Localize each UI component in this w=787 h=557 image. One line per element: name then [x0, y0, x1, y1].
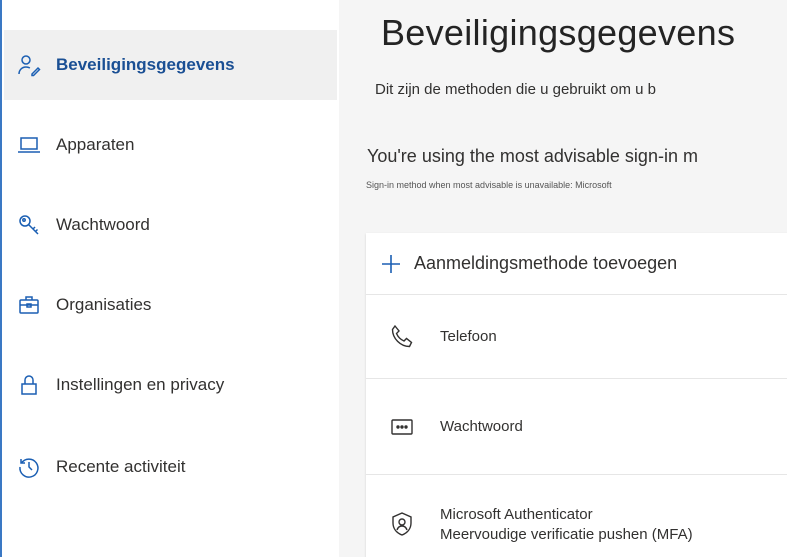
- phone-icon: [388, 323, 416, 351]
- sidebar: Beveiligingsgegevens Apparaten Wachtwoor…: [4, 0, 339, 557]
- method-text: Microsoft Authenticator Meervoudige veri…: [440, 506, 693, 543]
- sidebar-item-label: Organisaties: [56, 295, 152, 314]
- app-frame: gs-pagina Beveiligingsgegevens Apparaten: [0, 0, 787, 557]
- sidebar-item-organizations[interactable]: Organisaties: [4, 270, 337, 340]
- method-row-phone[interactable]: Telefoon: [366, 295, 787, 379]
- method-row-password[interactable]: Wachtwoord: [366, 379, 787, 475]
- page-subtitle: Dit zijn de methoden die u gebruikt om u…: [375, 81, 656, 98]
- method-label: Wachtwoord: [440, 418, 523, 435]
- security-info-icon: [16, 52, 42, 78]
- default-method-heading: You're using the most advisable sign-in …: [367, 146, 698, 166]
- authenticator-icon: [388, 510, 416, 538]
- sidebar-item-security-info[interactable]: Beveiligingsgegevens: [4, 30, 337, 100]
- sidebar-item-recent-activity[interactable]: Recente activiteit: [4, 432, 337, 502]
- default-method-note: Sign-in method when most advisable is un…: [366, 180, 612, 190]
- method-row-authenticator[interactable]: Microsoft Authenticator Meervoudige veri…: [366, 475, 787, 557]
- history-icon: [16, 454, 42, 480]
- briefcase-icon: [16, 292, 42, 318]
- main-content: Beveiligingsgegevens Dit zijn de methode…: [339, 0, 787, 557]
- methods-card: Aanmeldingsmethode toevoegen Telefoon Wa…: [366, 233, 787, 557]
- sidebar-item-password[interactable]: Wachtwoord: [4, 190, 337, 260]
- sidebar-item-label: Recente activiteit: [56, 457, 186, 476]
- sidebar-item-label: Wachtwoord: [56, 215, 150, 234]
- page-title: Beveiligingsgegevens: [381, 12, 736, 53]
- sidebar-item-label: Instellingen en privacy: [56, 375, 225, 394]
- method-label: Telefoon: [440, 328, 497, 345]
- sidebar-item-settings-privacy[interactable]: Instellingen en privacy: [4, 350, 337, 420]
- sidebar-item-label: Apparaten: [56, 135, 135, 154]
- plus-icon: [380, 253, 402, 275]
- key-icon: [16, 212, 42, 238]
- password-dots-icon: [388, 413, 416, 441]
- add-method-label: Aanmeldingsmethode toevoegen: [414, 253, 678, 273]
- sidebar-item-label: Beveiligingsgegevens: [56, 55, 235, 74]
- add-method-button[interactable]: Aanmeldingsmethode toevoegen: [366, 233, 787, 295]
- sidebar-item-devices[interactable]: Apparaten: [4, 110, 337, 180]
- method-label: Microsoft Authenticator: [440, 505, 593, 523]
- lock-icon: [16, 372, 42, 398]
- method-detail: Meervoudige verificatie pushen (MFA): [440, 525, 693, 543]
- laptop-icon: [16, 132, 42, 158]
